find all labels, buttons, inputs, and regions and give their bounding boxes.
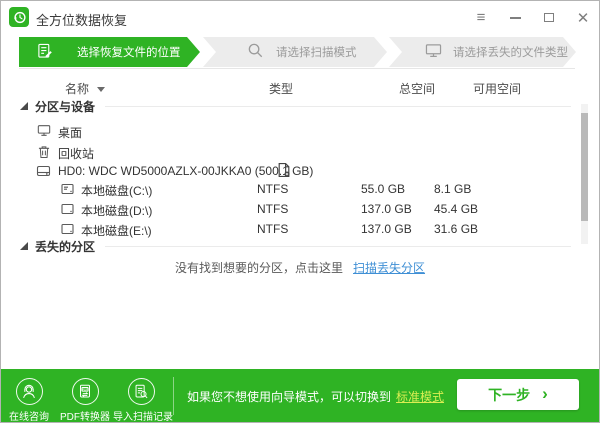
scrollbar-thumb[interactable] [581,113,588,221]
steps-separator [19,68,575,69]
group-partitions-devices[interactable]: 分区与设备 [1,97,599,115]
scan-lost-partition-link[interactable]: 扫描丢失分区 [353,261,425,275]
document-edit-icon [37,43,53,62]
footer-divider [173,377,174,415]
sort-descending-icon [97,87,106,92]
step-select-location[interactable]: 选择恢复文件的位置 [19,37,200,67]
title-bar: 全方位数据恢复 ≡ ✕ [1,1,599,34]
recycle-bin-icon [36,144,51,159]
window-controls: ≡ ✕ [473,1,591,34]
drive-icon [60,181,75,196]
next-step-button[interactable]: 下一步 › [457,379,579,410]
column-header-name[interactable]: 名称 [65,80,106,97]
column-header-type: 类型 [269,82,294,96]
load-scan-record-icon[interactable] [277,162,292,179]
table-row-recycle-bin[interactable]: 回收站 [1,142,599,162]
step-select-scan-mode[interactable]: 请选择扫描模式 [203,37,387,67]
mode-switch-hint: 如果您不想使用向导模式，可以切换到 标准模式 [187,390,445,404]
step-label: 选择恢复文件的位置 [77,47,181,59]
app-logo-icon [9,7,29,27]
desktop-icon [36,123,51,138]
table-row-drive-c[interactable]: 本地磁盘(C:\) NTFS 55.0 GB 8.1 GB [1,179,599,199]
step-label: 请选择扫描模式 [276,47,357,59]
menu-icon[interactable]: ≡ [473,9,489,26]
drive-icon [60,201,75,216]
drive-icon [60,221,75,236]
lost-partition-hint: 没有找到想要的分区，点击这里 扫描丢失分区 [174,261,426,275]
standard-mode-link[interactable]: 标准模式 [396,390,444,404]
step-select-file-types[interactable]: 请选择丢失的文件类型 [389,37,576,67]
close-icon[interactable]: ✕ [575,10,591,27]
step-label: 请选择丢失的文件类型 [453,47,568,59]
monitor-icon [425,43,442,61]
import-scan-record-button[interactable]: 导入扫描记录 [113,373,173,422]
group-label: 分区与设备 [35,99,96,114]
wizard-steps: 选择恢复文件的位置 请选择扫描模式 请选择丢失的文件类型 [19,37,583,67]
column-header-total: 总空间 [399,82,436,96]
table-row-hd0[interactable]: HD0: WDC WD5000AZLX-00JKKA0 (500.1 GB) [1,161,599,181]
hard-disk-icon [36,163,51,178]
maximize-icon[interactable] [541,10,557,26]
chevron-right-icon: › [542,383,548,403]
app-window: 全方位数据恢复 ≡ ✕ 选择恢复文件的位置 请选择扫描模式 请选择丢失的文件类型… [0,0,600,423]
pdf-converter-button[interactable]: PDF PDF转换器 [57,373,113,422]
group-divider [105,105,571,107]
group-divider [105,245,571,247]
footer-bar: 在线咨询 PDF PDF转换器 导入扫描记录 如果您不想使用向导模式，可以切换到… [1,369,599,422]
svg-text:PDF: PDF [82,387,88,391]
window-title: 全方位数据恢复 [36,13,128,28]
expander-icon [20,102,28,110]
online-support-button[interactable]: 在线咨询 [1,373,57,422]
document-search-icon [127,378,155,405]
group-label: 丢失的分区 [35,239,96,254]
expander-icon [20,242,28,250]
column-header-free: 可用空间 [473,82,522,96]
table-header: 名称 类型 总空间 可用空间 [1,78,599,96]
table-row-drive-e[interactable]: 本地磁盘(E:\) NTFS 137.0 GB 31.6 GB [1,219,599,239]
minimize-icon[interactable] [507,10,523,26]
headset-person-icon [15,378,43,405]
scrollbar-track[interactable] [581,104,588,244]
table-row-drive-d[interactable]: 本地磁盘(D:\) NTFS 137.0 GB 45.4 GB [1,199,599,219]
group-lost-partitions[interactable]: 丢失的分区 [1,237,599,255]
table-row-desktop[interactable]: 桌面 [1,121,599,141]
search-icon [247,42,264,62]
pdf-document-icon: PDF [71,378,99,405]
